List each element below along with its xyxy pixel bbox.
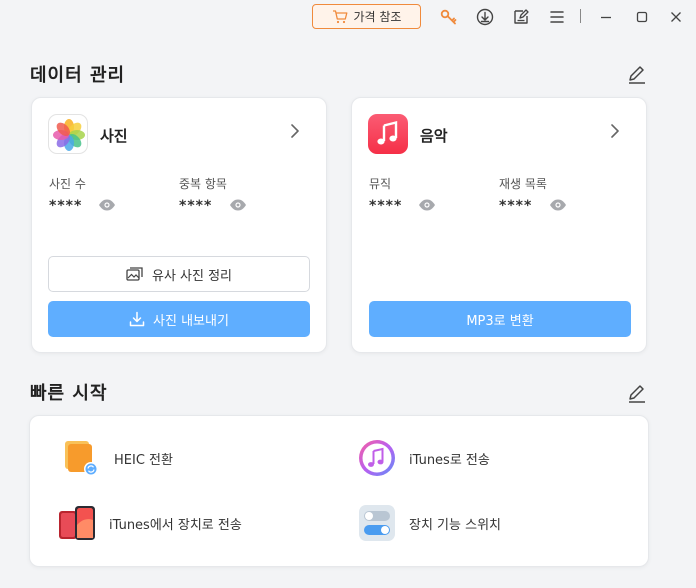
eye-icon[interactable]: [98, 198, 116, 212]
chevron-right-icon[interactable]: [608, 122, 622, 140]
photo-count-value: ****: [49, 198, 83, 214]
photos-app-icon: [48, 114, 88, 154]
price-reference-button[interactable]: 가격 참조: [312, 4, 421, 29]
itunes-icon: [359, 440, 395, 476]
export-photos-label: 사진 내보내기: [153, 313, 229, 329]
price-button-label: 가격 참조: [353, 10, 402, 24]
heic-convert-label: HEIC 전환: [114, 452, 173, 468]
eye-icon[interactable]: [418, 198, 436, 212]
maximize-icon[interactable]: [632, 7, 652, 27]
cart-icon: [332, 9, 347, 23]
photos-card: 사진 사진 수 **** 중복 항목 **** 유사 사진 정리 사진 내보내기: [31, 97, 327, 353]
feedback-icon[interactable]: [511, 7, 531, 27]
itunes-to-device-item[interactable]: iTunes에서 장치로 전송: [57, 503, 242, 543]
toggle-switch-icon: [359, 505, 395, 541]
music-card: 음악 뮤직 **** 재생 목록 **** MP3로 변환: [351, 97, 647, 353]
quick-start-card: HEIC 전환 iTunes로 전송 iTunes에서 장치로 전송 장치 기능…: [29, 415, 649, 567]
edit-icon[interactable]: [626, 63, 648, 85]
music-app-icon: [368, 114, 408, 154]
edit-icon[interactable]: [626, 382, 648, 404]
export-icon: [129, 311, 145, 327]
heic-convert-item[interactable]: HEIC 전환: [62, 438, 173, 478]
convert-mp3-label: MP3로 변환: [466, 313, 534, 329]
titlebar-separator: [580, 9, 581, 23]
close-icon[interactable]: [666, 7, 686, 27]
duplicates-value: ****: [179, 198, 213, 214]
export-photos-button[interactable]: 사진 내보내기: [48, 301, 310, 337]
photo-stack-icon: [126, 267, 143, 281]
convert-mp3-button[interactable]: MP3로 변환: [369, 301, 631, 337]
playlist-value: ****: [499, 198, 533, 214]
photos-card-title: 사진: [100, 127, 128, 145]
photo-count-label: 사진 수: [49, 177, 86, 191]
eye-icon[interactable]: [229, 198, 247, 212]
device-switch-label: 장치 기능 스위치: [409, 517, 501, 533]
clean-similar-photos-label: 유사 사진 정리: [151, 268, 233, 284]
key-icon[interactable]: [439, 7, 459, 27]
playlist-label: 재생 목록: [499, 177, 547, 191]
itunes-to-device-icon: [59, 506, 95, 540]
heic-convert-icon: [65, 441, 98, 476]
duplicates-label: 중복 항목: [179, 177, 227, 191]
minimize-icon[interactable]: [596, 7, 616, 27]
eye-icon[interactable]: [549, 198, 567, 212]
itunes-transfer-label: iTunes로 전송: [409, 452, 490, 468]
title-bar: 가격 참조: [0, 0, 696, 34]
device-switch-item[interactable]: 장치 기능 스위치: [357, 503, 501, 543]
menu-icon[interactable]: [547, 7, 567, 27]
download-icon[interactable]: [475, 7, 495, 27]
music-card-title: 음악: [420, 127, 448, 145]
music-count-value: ****: [369, 198, 403, 214]
clean-similar-photos-button[interactable]: 유사 사진 정리: [48, 256, 310, 292]
chevron-right-icon[interactable]: [288, 122, 302, 140]
data-management-title: 데이터 관리: [30, 65, 126, 86]
itunes-transfer-item[interactable]: iTunes로 전송: [357, 438, 490, 478]
itunes-to-device-label: iTunes에서 장치로 전송: [109, 517, 242, 533]
music-count-label: 뮤직: [369, 177, 392, 191]
quick-start-title: 빠른 시작: [30, 383, 108, 404]
